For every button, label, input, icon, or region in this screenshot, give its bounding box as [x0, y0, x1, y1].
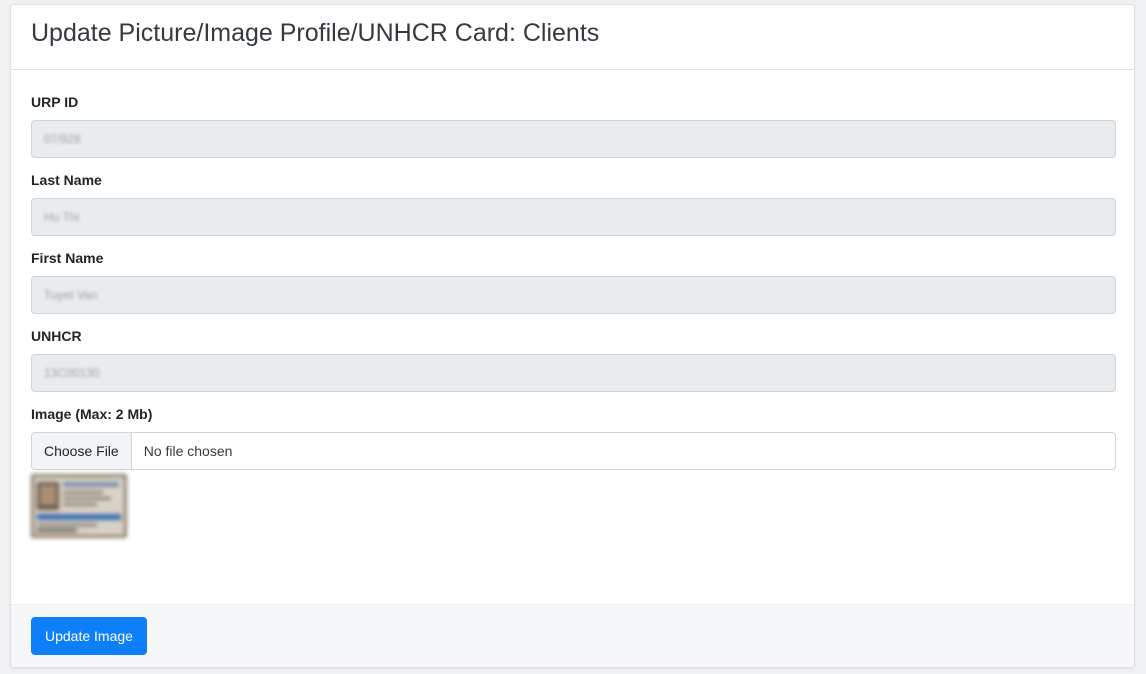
- card-body: URP ID 07/928 Last Name Hu Thi First Nam…: [11, 70, 1134, 538]
- first-name-field-wrap: Tuyet Van: [31, 276, 1116, 314]
- choose-file-button[interactable]: Choose File: [32, 433, 132, 469]
- last-name-field[interactable]: Hu Thi: [32, 199, 1115, 235]
- last-name-group: Last Name Hu Thi: [31, 172, 1116, 236]
- unhcr-label: UNHCR: [31, 328, 82, 344]
- page-title: Update Picture/Image Profile/UNHCR Card:…: [31, 19, 600, 47]
- unhcr-group: UNHCR 13C00130: [31, 328, 1116, 392]
- card-footer: Update Image: [11, 604, 1134, 667]
- file-status-text: No file chosen: [143, 443, 233, 459]
- last-name-label: Last Name: [31, 172, 102, 188]
- unhcr-card-thumbnail: [31, 474, 127, 538]
- urp-id-group: URP ID 07/928: [31, 94, 1116, 158]
- unhcr-field-wrap: 13C00130: [31, 354, 1116, 392]
- update-image-button[interactable]: Update Image: [31, 617, 147, 655]
- urp-id-field[interactable]: 07/928: [32, 121, 1115, 157]
- last-name-field-wrap: Hu Thi: [31, 198, 1116, 236]
- first-name-field[interactable]: Tuyet Van: [32, 277, 1115, 313]
- image-file-input[interactable]: Choose File No file chosen: [31, 432, 1116, 470]
- unhcr-field[interactable]: 13C00130: [32, 355, 1115, 391]
- update-image-card: Update Picture/Image Profile/UNHCR Card:…: [10, 4, 1135, 668]
- card-header: Update Picture/Image Profile/UNHCR Card:…: [11, 5, 1134, 70]
- first-name-group: First Name Tuyet Van: [31, 250, 1116, 314]
- image-label: Image (Max: 2 Mb): [31, 406, 153, 422]
- urp-id-label: URP ID: [31, 94, 79, 110]
- first-name-label: First Name: [31, 250, 104, 266]
- image-group: Image (Max: 2 Mb) Choose File No file ch…: [31, 406, 1116, 538]
- id-card-image: [31, 474, 127, 538]
- urp-id-field-wrap: 07/928: [31, 120, 1116, 158]
